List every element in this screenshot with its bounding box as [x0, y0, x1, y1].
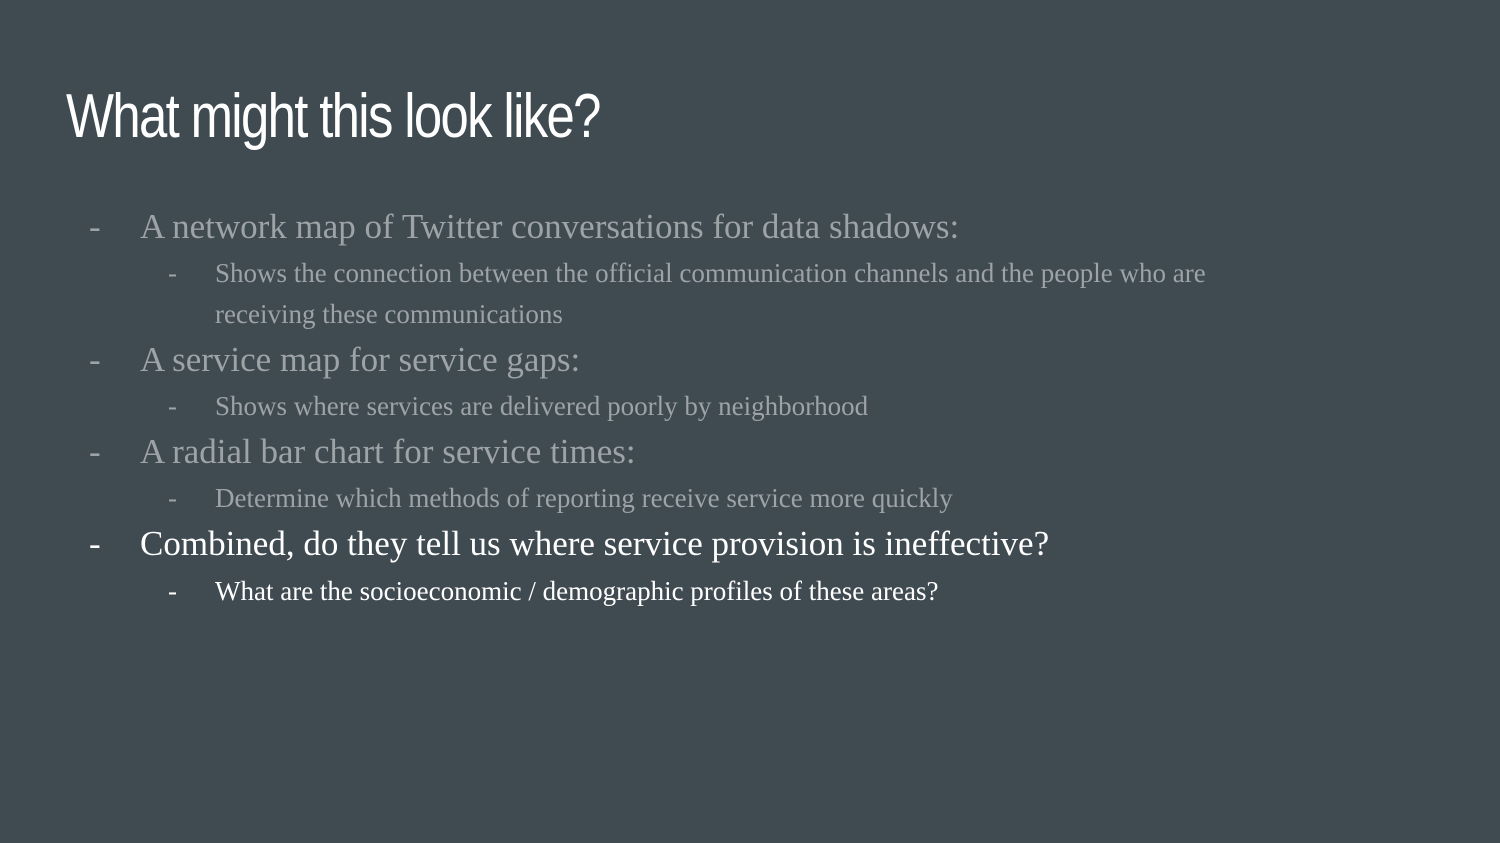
bullet-text: A radial bar chart for service times: [140, 432, 636, 471]
sub-bullet-dash: - [168, 258, 177, 288]
bullet-dash: - [89, 207, 101, 246]
sub-bullet-text-continued: receiving these communications [215, 299, 563, 329]
sub-bullet-dash: - [168, 483, 177, 513]
sub-bullet-text: Shows where services are delivered poorl… [215, 391, 869, 421]
slide: What might this look like? - A network m… [0, 0, 1500, 843]
bullet-list: - A network map of Twitter conversations… [0, 0, 1500, 843]
bullet-dash: - [89, 524, 101, 563]
sub-bullet-dash: - [168, 576, 177, 606]
bullet-text: A network map of Twitter conversations f… [140, 207, 960, 246]
sub-bullet-dash: - [168, 391, 177, 421]
bullet-text: A service map for service gaps: [140, 340, 581, 379]
bullet-dash: - [89, 432, 101, 471]
sub-bullet-text: Determine which methods of reporting rec… [215, 483, 953, 513]
bullet-text: Combined, do they tell us where service … [140, 524, 1050, 563]
sub-bullet-text: What are the socioeconomic / demographic… [215, 576, 939, 606]
sub-bullet-text: Shows the connection between the officia… [215, 258, 1206, 288]
bullet-dash: - [89, 340, 101, 379]
